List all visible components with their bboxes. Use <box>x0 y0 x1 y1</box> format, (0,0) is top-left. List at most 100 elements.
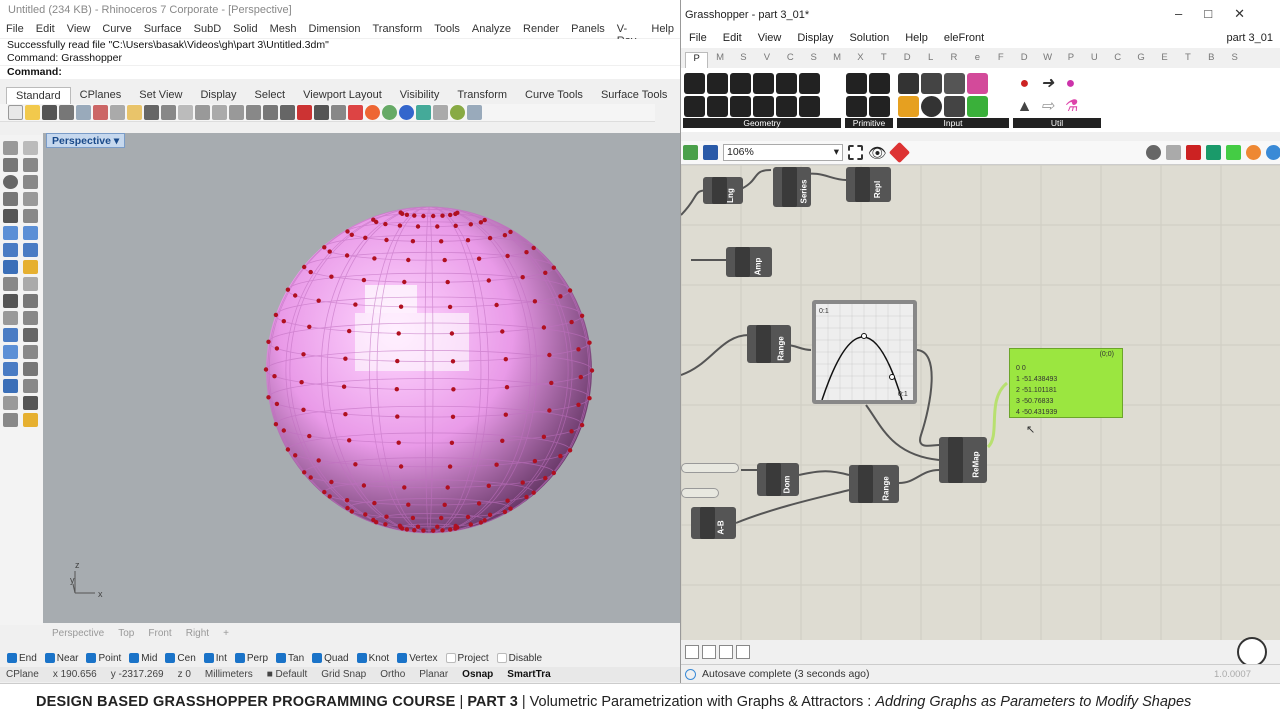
window-controls[interactable]: –□✕ <box>1175 6 1267 22</box>
gh-tab[interactable]: R <box>942 52 965 68</box>
properties-icon[interactable] <box>348 105 363 120</box>
zoom-extents-icon[interactable] <box>229 105 244 120</box>
slider-input-icon[interactable] <box>944 73 965 94</box>
gh-tab[interactable]: E <box>1153 52 1176 68</box>
status-units[interactable]: Millimeters <box>205 669 253 680</box>
gh-tab[interactable]: B <box>1200 52 1223 68</box>
number-slider[interactable] <box>681 488 719 498</box>
mesh-quality-icon[interactable] <box>1226 145 1241 160</box>
cherry-picker-icon[interactable]: ● <box>1014 73 1035 94</box>
subd-icon[interactable] <box>23 260 38 274</box>
tab-visibility[interactable]: Visibility <box>391 87 449 103</box>
gh-tab[interactable]: P <box>1059 52 1082 68</box>
menu-solid[interactable]: Solid <box>227 20 263 38</box>
arc-icon[interactable] <box>23 175 38 189</box>
tab-viewport-layout[interactable]: Viewport Layout <box>294 87 391 103</box>
gh-tab[interactable]: W <box>1036 52 1059 68</box>
gh-menu-edit[interactable]: Edit <box>715 30 750 48</box>
osnap-checkbox[interactable] <box>276 653 287 663</box>
save-file-icon[interactable] <box>703 145 718 160</box>
environment-icon[interactable] <box>416 105 431 120</box>
command-prompt[interactable]: Command: <box>0 66 680 79</box>
point-icon[interactable] <box>23 141 38 155</box>
tools-icon[interactable] <box>467 105 482 120</box>
extrude-icon[interactable] <box>23 226 38 240</box>
gh-tab[interactable]: S <box>802 52 825 68</box>
mode-planar[interactable]: Planar <box>419 669 448 680</box>
mode-grid-snap[interactable]: Grid Snap <box>321 669 366 680</box>
pan-icon[interactable] <box>161 105 176 120</box>
zoom-selected-icon[interactable] <box>246 105 261 120</box>
osnap-perp[interactable]: Perp <box>234 653 268 664</box>
gh-menu-help[interactable]: Help <box>897 30 936 48</box>
gh-tab[interactable]: D <box>896 52 919 68</box>
gh-tab[interactable]: D <box>1012 52 1035 68</box>
box-icon[interactable] <box>3 243 18 257</box>
gh-tab[interactable]: F <box>989 52 1012 68</box>
menu-vray[interactable]: V-Ray <box>611 20 646 47</box>
polygon-icon[interactable] <box>3 192 18 206</box>
arc-param-icon[interactable] <box>707 96 728 117</box>
gh-canvas[interactable]: Lng Series Repl Amp Range 0:1 0:1 ReMap … <box>681 165 1280 640</box>
amp-component[interactable]: Amp <box>726 247 772 277</box>
open-folder-icon[interactable] <box>25 105 40 120</box>
help-icon[interactable] <box>450 105 465 120</box>
preview-off-icon[interactable] <box>1146 145 1161 160</box>
osnap-near[interactable]: Near <box>44 653 78 664</box>
mode-smarttrack[interactable]: SmartTra <box>507 669 550 680</box>
mode-ortho[interactable]: Ortho <box>380 669 405 680</box>
vector-param-icon[interactable] <box>776 96 797 117</box>
gh-menu-view[interactable]: View <box>750 30 790 48</box>
menu-edit[interactable]: Edit <box>30 20 61 38</box>
canvas-tool-icon[interactable] <box>685 645 699 659</box>
osnap-checkbox[interactable] <box>165 653 176 663</box>
hide-icon[interactable] <box>3 413 18 427</box>
gh-menu-solution[interactable]: Solution <box>841 30 897 48</box>
undo-icon[interactable] <box>144 105 159 120</box>
box-param-icon[interactable] <box>730 96 751 117</box>
gh-tab[interactable]: C <box>1106 52 1129 68</box>
analyze-icon[interactable] <box>3 396 18 410</box>
osnap-checkbox[interactable] <box>86 653 97 663</box>
osnap-checkbox[interactable] <box>44 653 55 663</box>
print-icon[interactable] <box>59 105 74 120</box>
osnap-end[interactable]: End <box>7 653 37 664</box>
solid-icon[interactable] <box>23 243 38 257</box>
menu-render[interactable]: Render <box>517 20 565 38</box>
curve-icon[interactable] <box>23 158 38 172</box>
ribbon-label-primitive[interactable]: Primitive <box>845 118 893 128</box>
arrow-outline-icon[interactable]: ⇨ <box>1037 96 1058 117</box>
tab-transform[interactable]: Transform <box>448 87 516 103</box>
options-icon[interactable] <box>433 105 448 120</box>
gh-tab[interactable]: S <box>1223 52 1246 68</box>
repl-component[interactable]: Repl <box>846 167 891 202</box>
boolean-param-icon[interactable] <box>846 73 867 94</box>
osnap-quad[interactable]: Quad <box>312 653 349 664</box>
open-file-icon[interactable] <box>683 145 698 160</box>
rectangle-icon[interactable] <box>23 192 38 206</box>
sketch-pen-icon[interactable] <box>888 141 911 164</box>
gh-menu-elefront[interactable]: eleFront <box>936 30 992 48</box>
paste-icon[interactable] <box>127 105 142 120</box>
rendered-view-icon[interactable] <box>382 105 397 120</box>
flask-icon[interactable]: ⚗ <box>1060 96 1081 117</box>
zoom-window-icon[interactable] <box>212 105 227 120</box>
osnap-checkbox[interactable] <box>312 653 323 663</box>
osnap-checkbox[interactable] <box>397 653 408 663</box>
menu-file[interactable]: File <box>0 20 30 38</box>
perspective-viewport[interactable]: z y x <box>43 133 680 623</box>
vptab-top[interactable]: Top <box>118 628 134 644</box>
render-tool-icon[interactable] <box>23 413 38 427</box>
osnap-knot[interactable]: Knot <box>356 653 389 664</box>
boolean-icon[interactable] <box>3 260 18 274</box>
gh-tab[interactable]: T <box>872 52 895 68</box>
gh-tab[interactable]: U <box>1083 52 1106 68</box>
button-input-icon[interactable] <box>898 73 919 94</box>
dimension-icon[interactable] <box>23 328 38 342</box>
fillet-icon[interactable] <box>3 311 18 325</box>
cplane-icon[interactable] <box>297 105 312 120</box>
brep-param-icon[interactable] <box>776 73 797 94</box>
gh-tab[interactable]: C <box>779 52 802 68</box>
canvas-tool-icon[interactable] <box>736 645 750 659</box>
cut-icon[interactable] <box>93 105 108 120</box>
